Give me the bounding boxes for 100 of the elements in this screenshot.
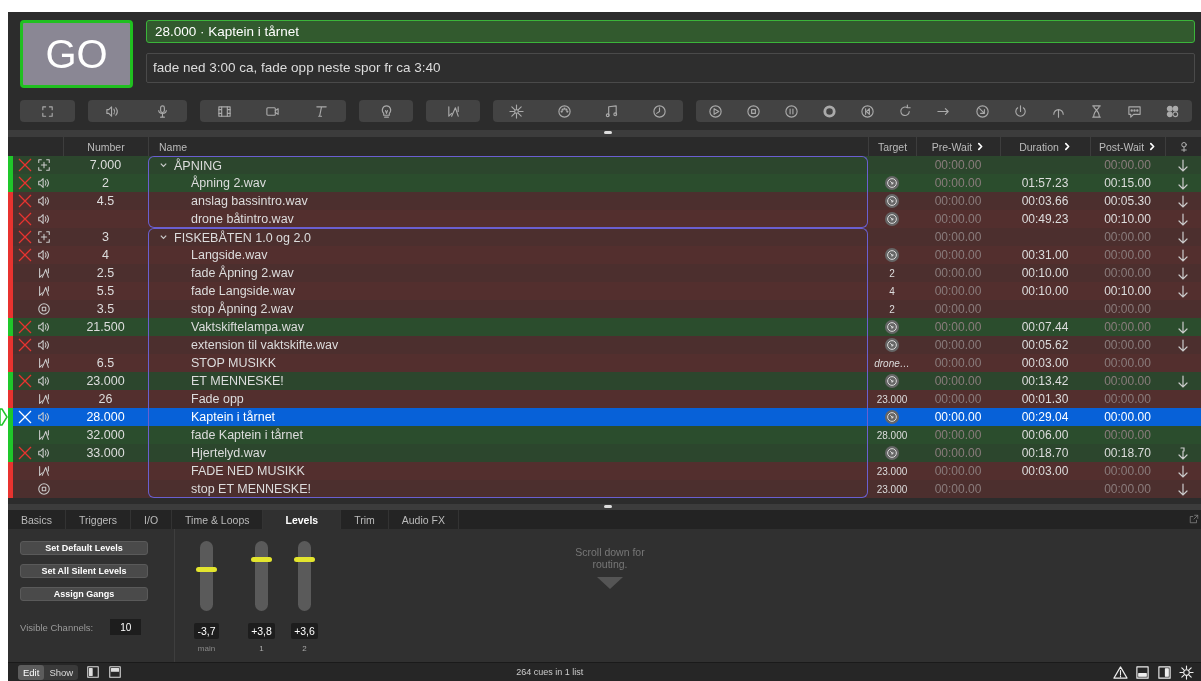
table-cell-text: 00:00.00 xyxy=(1103,374,1152,388)
table-cell-text: 26 xyxy=(97,392,114,406)
table-cell-text: 00:03.00 xyxy=(1020,464,1070,478)
cue-row[interactable]: 2.5 fade Åpning 2.wav 2 00:00.00 00:10.00 00:00.00 xyxy=(8,264,1201,282)
table-cell-text: 00:00.00 xyxy=(933,428,983,442)
level-reading: +3,8 xyxy=(248,623,275,639)
channels-field[interactable]: 10 xyxy=(110,619,142,635)
cue-row[interactable]: 21.500 Vaktskiftelampa.wav 00:00.00 00:07.44 00:00.00 xyxy=(8,318,1201,336)
level-button[interactable]: Set All Silent Levels xyxy=(20,564,148,578)
table-cell-text: 00:10.00 xyxy=(1020,266,1070,280)
inspector-tab[interactable]: Levels xyxy=(263,510,342,529)
table-cell-text: 00:00.00 xyxy=(933,392,983,406)
cue-row[interactable]: 4 Langside.wav 00:00.00 00:31.00 00:00.00 xyxy=(8,246,1201,264)
table-cell-text: 00:00.00 xyxy=(1103,392,1152,406)
table-cell-text: 3.5 xyxy=(95,302,116,316)
cue-row[interactable]: 26 Fade opp 23.000 00:00.00 00:01.30 00:00.00 xyxy=(8,390,1201,408)
cue-row[interactable]: 3 FISKEBÅTEN 1.0 og 2.0 00:00.00 00:00.00 xyxy=(8,228,1201,246)
table-cell: stop ET MENNESKE! xyxy=(148,480,868,498)
table-cell-text: 00:00.00 xyxy=(933,158,983,172)
cue-row[interactable]: 4.5 anslag bassintro.wav 00:00.00 00:03.66 00:05.30 xyxy=(8,192,1201,210)
cue-row[interactable]: drone båtintro.wav 00:00.00 00:49.23 00:10.00 xyxy=(8,210,1201,228)
column-header[interactable]: Duration xyxy=(1019,140,1059,153)
table-cell-text: 00:00.00 xyxy=(933,464,983,478)
table-cell-text: 00:49.23 xyxy=(1020,212,1070,226)
table-cell-text: 00:00.00 xyxy=(1103,158,1152,172)
table-cell-text: 00:10.00 xyxy=(1020,284,1070,298)
cue-row[interactable]: extension til vaktskifte.wav 00:00.00 00:05.62 00:00.00 xyxy=(8,336,1201,354)
table-cell-text: 00:29.04 xyxy=(1020,410,1070,424)
table-cell-text: 00:05.30 xyxy=(1103,194,1152,208)
table-cell-text: 01:57.23 xyxy=(1020,176,1070,190)
cue-row[interactable]: 5.5 fade Langside.wav 4 00:00.00 00:10.00 00:10.00 xyxy=(8,282,1201,300)
go-button[interactable]: GO xyxy=(20,20,133,88)
table-cell-text: 00:00.00 xyxy=(1103,464,1152,478)
table-cell-text: 00:00.00 xyxy=(1103,410,1152,424)
table-cell-text: 33.000 xyxy=(85,446,126,460)
cue-row[interactable]: FADE NED MUSIKK 23.000 00:00.00 00:03.00 00:00.00 xyxy=(8,462,1201,480)
table-cell-text: 00:00.00 xyxy=(933,284,983,298)
column-header[interactable]: Post-Wait xyxy=(1098,140,1145,153)
notes-field[interactable]: fade ned 3:00 ca, fade opp neste spor fr ca 3:40 xyxy=(146,53,1195,83)
table-cell-text: 00:00.00 xyxy=(1103,428,1152,442)
cue-row[interactable]: 3.5 stop Åpning 2.wav 2 00:00.00 00:00.00 xyxy=(8,300,1201,318)
table-cell-text: 00:00.00 xyxy=(933,356,983,370)
table-cell-text: 00:00.00 xyxy=(1103,266,1152,280)
table-cell-text: 00:00.00 xyxy=(933,266,983,280)
table-cell-text: 00:00.00 xyxy=(1103,356,1152,370)
table-cell-text: 00:07.44 xyxy=(1020,320,1070,334)
table-cell-text: 2 xyxy=(101,176,110,190)
table-cell-text: 00:00.00 xyxy=(933,212,983,226)
standby-cue-field[interactable]: 28.000 · Kaptein i tårnet xyxy=(146,20,1195,43)
channel-label: main xyxy=(197,644,216,653)
table-cell: drone båtintro.wav xyxy=(148,210,868,228)
level-reading: +3,6 xyxy=(291,623,318,639)
table-cell-text: 00:06.00 xyxy=(1020,428,1070,442)
table-cell-text: 00:18.70 xyxy=(1103,446,1152,460)
cue-row[interactable]: 33.000 Hjertelyd.wav 00:00.00 00:18.70 00:18.70 xyxy=(8,444,1201,462)
table-cell-text: 00:00.00 xyxy=(933,230,983,244)
routing-hint: Scroll down for routing. xyxy=(575,546,645,570)
table-cell-text: 00:00.00 xyxy=(933,338,983,352)
table-cell-text: 00:13.42 xyxy=(1020,374,1070,388)
table-cell-text: 3 xyxy=(101,230,110,244)
cue-row[interactable]: 7.000 ÅPNING 00:00.00 00:00.00 xyxy=(8,156,1201,174)
table-cell-text: 00:00.00 xyxy=(1103,302,1152,316)
table-cell-text: 00:00.00 xyxy=(933,410,983,424)
table-cell: 23.000 xyxy=(876,393,908,405)
table-cell-text: 00:00.00 xyxy=(933,320,983,334)
level-button[interactable]: Set Default Levels xyxy=(20,541,148,555)
table-cell-text: 00:00.00 xyxy=(933,248,983,262)
table-cell: 23.000 xyxy=(876,465,908,477)
table-cell-text: 00:00.00 xyxy=(933,302,983,316)
channel-label: 1 xyxy=(259,644,264,653)
field-label: Visible Channels: xyxy=(20,621,94,633)
table-cell-text: 32.000 xyxy=(85,428,126,442)
table-cell-text: 2.5 xyxy=(95,266,116,280)
table-cell: 23.000 xyxy=(876,483,908,495)
table-cell-text: 00:01.30 xyxy=(1020,392,1070,406)
level-button[interactable]: Assign Gangs xyxy=(20,587,148,601)
cue-row[interactable]: 32.000 fade Kaptein i tårnet 28.000 00:00.00 00:06.00 00:00.00 xyxy=(8,426,1201,444)
cue-row[interactable]: 2 Åpning 2.wav 00:00.00 01:57.23 00:15.00 xyxy=(8,174,1201,192)
level-reading: -3,7 xyxy=(194,623,219,639)
mode-button[interactable]: Show xyxy=(44,664,79,680)
table-cell: 2 xyxy=(889,303,895,315)
table-cell-text: 28.000 xyxy=(85,410,126,424)
table-cell-text: 6.5 xyxy=(95,356,116,370)
channel-label: 2 xyxy=(302,644,307,653)
table-cell-text: 00:03.66 xyxy=(1020,194,1070,208)
table-cell-text: 00:00.00 xyxy=(933,446,983,460)
table-cell-text: 00:00.00 xyxy=(933,374,983,388)
column-header[interactable]: Pre-Wait xyxy=(931,140,973,153)
status-text: 264 cues in 1 list xyxy=(516,667,585,677)
table-cell-text: 21.500 xyxy=(85,320,126,334)
mode-button[interactable]: Edit xyxy=(18,664,45,680)
table-cell-text: 00:10.00 xyxy=(1103,284,1152,298)
table-cell: 4 xyxy=(889,285,895,297)
cue-row[interactable]: stop ET MENNESKE! 23.000 00:00.00 00:00.00 xyxy=(8,480,1201,498)
cue-row[interactable]: 28.000 Kaptein i tårnet 00:00.00 00:29.04 00:00.00 xyxy=(8,408,1201,426)
table-cell-text: 00:00.00 xyxy=(933,482,983,496)
cue-row[interactable]: 23.000 ET MENNESKE! 00:00.00 00:13.42 00:00.00 xyxy=(8,372,1201,390)
cue-row[interactable]: 6.5 STOP MUSIKK drone… 00:00.00 00:03.00 00:00.00 xyxy=(8,354,1201,372)
table-cell-text: 00:18.70 xyxy=(1020,446,1070,460)
table-cell-text: 00:00.00 xyxy=(1103,338,1152,352)
